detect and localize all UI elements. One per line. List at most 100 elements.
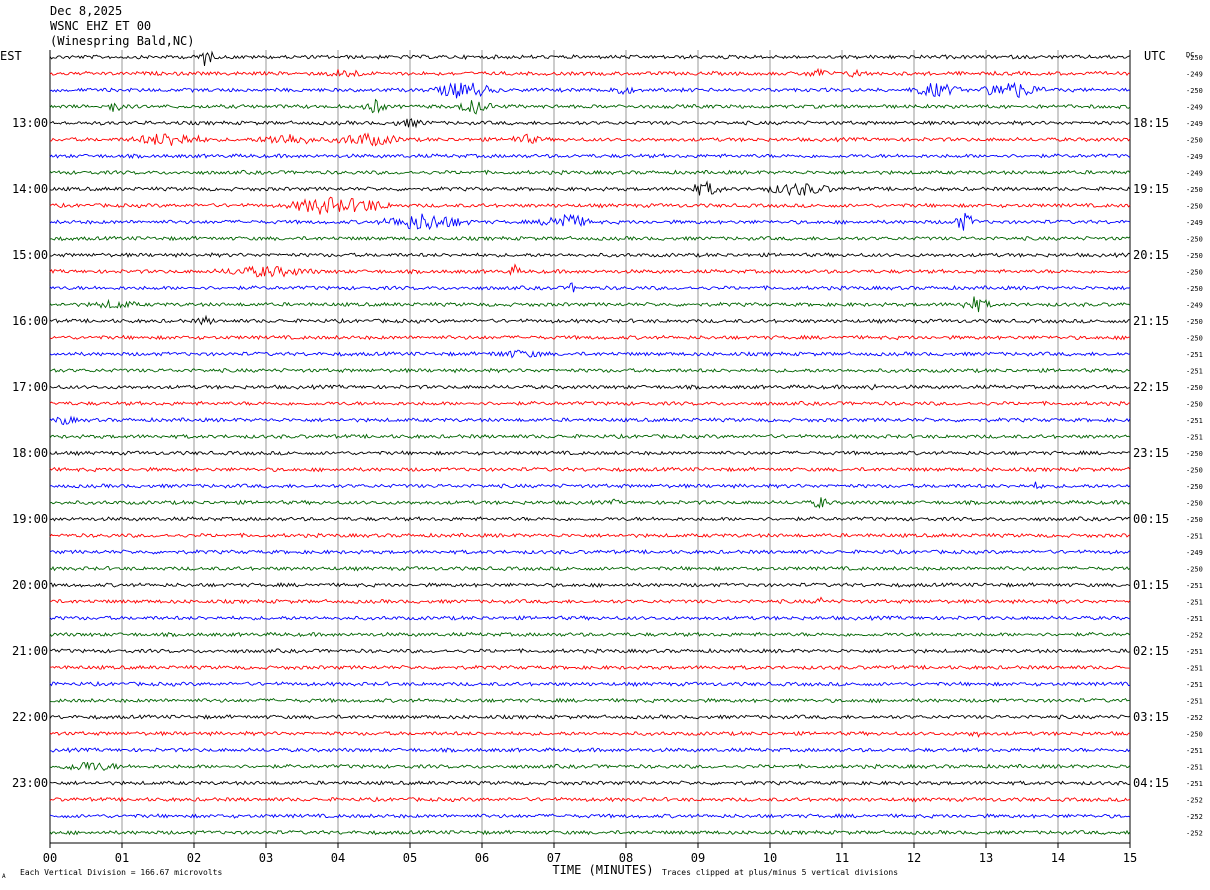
dc-offset-value: -252 — [1186, 797, 1203, 805]
x-tick-label: 09 — [691, 851, 705, 865]
seismic-trace-33 — [50, 596, 1131, 605]
dc-offset-value: -250 — [1186, 335, 1203, 343]
seismic-trace-12 — [49, 252, 1131, 258]
seismic-trace-24 — [49, 450, 1131, 456]
seismic-trace-21 — [49, 400, 1131, 407]
est-hour-label: 18:00 — [12, 446, 48, 460]
utc-hour-label: 04:15 — [1133, 776, 1169, 790]
dc-offset-value: -251 — [1186, 582, 1203, 590]
est-label: EST — [0, 49, 22, 63]
dc-offset-value: -250 — [1186, 236, 1203, 244]
seismic-trace-27 — [49, 497, 1131, 509]
utc-label: UTC — [1144, 49, 1166, 63]
seismic-trace-19 — [49, 367, 1131, 374]
seismic-trace-7 — [49, 169, 1131, 176]
dc-offset-value: -249 — [1186, 549, 1203, 557]
seismic-trace-42 — [49, 747, 1131, 754]
dc-offset-value: -250 — [1186, 252, 1203, 260]
corner-mark: A — [2, 873, 6, 880]
seismic-trace-44 — [49, 780, 1131, 786]
dc-offset-value: -252 — [1186, 714, 1203, 722]
dc-offset-labels: -250 -249 -250 -249 -249 -250 -249 -249 -250 -250… — [1186, 54, 1203, 838]
dc-offset-value: -250 — [1186, 401, 1203, 409]
utc-hour-label: 00:15 — [1133, 512, 1169, 526]
est-hour-label: 19:00 — [12, 512, 48, 526]
seismic-trace-34 — [49, 615, 1131, 621]
seismic-trace-26 — [49, 481, 1131, 490]
est-hour-label: 16:00 — [12, 314, 48, 328]
x-tick-label: 10 — [763, 851, 777, 865]
dc-offset-value: -251 — [1186, 417, 1203, 425]
dc-offset-value: -251 — [1186, 351, 1203, 359]
dc-offset-value: -251 — [1186, 764, 1203, 772]
dc-offset-value: -252 — [1186, 813, 1203, 821]
seismic-trace-1 — [49, 67, 1131, 78]
seismic-traces — [49, 50, 1131, 836]
seismic-trace-3 — [49, 98, 1131, 115]
seismic-trace-5 — [49, 132, 1131, 147]
dc-offset-value: -251 — [1186, 665, 1203, 673]
x-tick-label: 02 — [187, 851, 201, 865]
x-tick-label: 12 — [907, 851, 921, 865]
dc-offset-value: -249 — [1186, 219, 1203, 227]
seismic-trace-38 — [49, 680, 1130, 687]
helicorder-chart: 13:00 14:00 15:00 16:00 17:00 18:00 19:00 20:00… — [0, 49, 1203, 880]
dc-offset-value: -251 — [1186, 599, 1203, 607]
est-hour-label: 22:00 — [12, 710, 48, 724]
dc-offset-value: -250 — [1186, 318, 1203, 326]
dc-offset-value: -249 — [1186, 170, 1203, 178]
minute-gridlines — [49, 50, 1131, 844]
est-hour-label: 21:00 — [12, 644, 48, 658]
dc-offset-value: -250 — [1186, 500, 1203, 508]
dc-offset-value: -250 — [1186, 384, 1203, 392]
seismic-trace-17 — [49, 334, 1130, 341]
seismic-trace-2 — [49, 81, 1131, 99]
utc-hour-label: 21:15 — [1133, 314, 1169, 328]
seismic-trace-6 — [49, 153, 1131, 160]
dc-offset-value: -249 — [1186, 153, 1203, 161]
seismic-trace-20 — [49, 383, 1131, 391]
utc-hour-label: 22:15 — [1133, 380, 1169, 394]
utc-hour-label: 18:15 — [1133, 116, 1169, 130]
dc-offset-value: -250 — [1186, 450, 1203, 458]
seismic-trace-41 — [49, 730, 1131, 738]
x-tick-label: 05 — [403, 851, 417, 865]
x-tick-label: 06 — [475, 851, 489, 865]
dc-offset-value: -250 — [1186, 483, 1203, 491]
dc-offset-value: -250 — [1186, 731, 1203, 739]
utc-hour-label: 02:15 — [1133, 644, 1169, 658]
seismic-trace-4 — [49, 118, 1131, 129]
dc-offset-value: -250 — [1186, 516, 1203, 524]
dc-offset-value: -251 — [1186, 648, 1203, 656]
seismic-trace-29 — [49, 532, 1131, 539]
x-tick-label: 03 — [259, 851, 273, 865]
dc-offset-value: -251 — [1186, 681, 1203, 689]
seismic-trace-35 — [49, 631, 1131, 638]
seismic-trace-0 — [49, 50, 1131, 67]
seismic-trace-46 — [49, 813, 1131, 819]
seismic-trace-22 — [49, 415, 1131, 426]
dc-offset-value: -250 — [1186, 203, 1203, 211]
dc-offset-value: -251 — [1186, 615, 1203, 623]
seismic-trace-8 — [49, 180, 1131, 197]
x-tick-label: 14 — [1051, 851, 1065, 865]
dc-offset-value: -249 — [1186, 104, 1203, 112]
dc-offset-value: -250 — [1186, 87, 1203, 95]
dc-offset-value: -250 — [1186, 566, 1203, 574]
x-tick-label: 04 — [331, 851, 345, 865]
seismic-trace-15 — [49, 296, 1131, 313]
x-tick-label: 01 — [115, 851, 129, 865]
est-hour-label: 13:00 — [12, 116, 48, 130]
seismic-trace-47 — [49, 829, 1131, 836]
x-axis-title: TIME (MINUTES) — [552, 863, 653, 877]
seismic-trace-16 — [49, 314, 1131, 326]
est-hour-label: 15:00 — [12, 248, 48, 262]
dc-offset-value: -251 — [1186, 533, 1203, 541]
dc-offset-value: -250 — [1186, 186, 1203, 194]
dc-offset-value: -251 — [1186, 780, 1203, 788]
dc-offset-value: -251 — [1186, 698, 1203, 706]
x-tick-label: 00 — [43, 851, 57, 865]
clipping-note: Traces clipped at plus/minus 5 vertical … — [662, 868, 898, 877]
seismic-trace-11 — [49, 235, 1131, 242]
dc-offset-value: -249 — [1186, 120, 1203, 128]
